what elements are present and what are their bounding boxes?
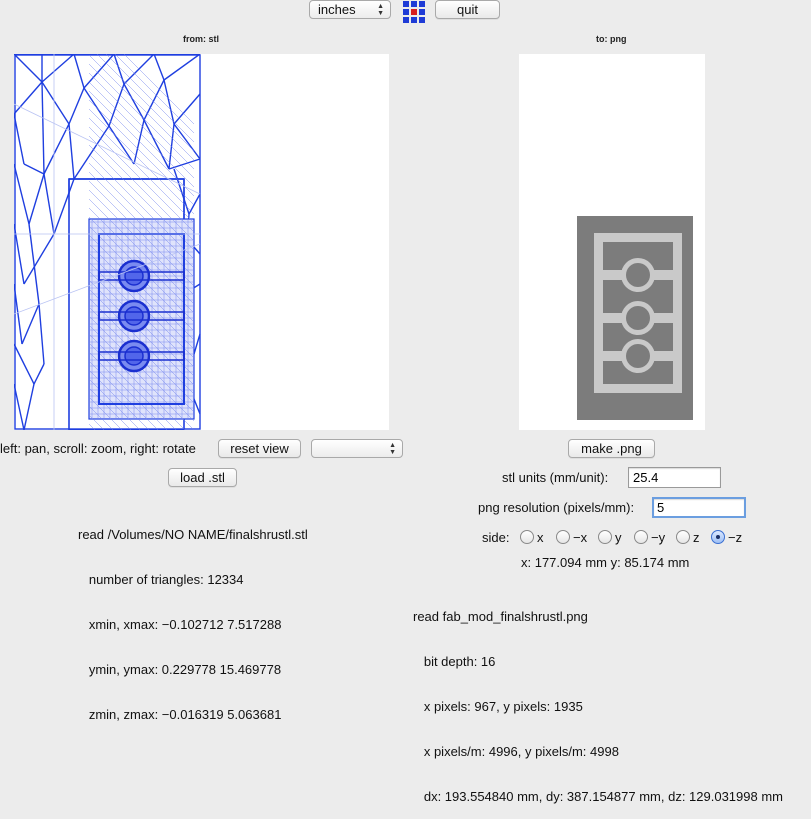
side-label: side: bbox=[482, 530, 510, 545]
mesh-edge bbox=[41, 81, 45, 175]
mesh-edge bbox=[173, 168, 190, 215]
from-heading: from: stl bbox=[183, 34, 219, 44]
side-radio-neg-z[interactable] bbox=[711, 530, 725, 544]
mesh-edge bbox=[43, 173, 55, 235]
png-preview-image bbox=[577, 216, 693, 420]
mesh-edge bbox=[28, 173, 45, 225]
mesh-edge bbox=[13, 163, 30, 225]
info-line: x pixels: 967, y pixels: 1935 bbox=[413, 699, 583, 714]
chevron-updown-icon: ▲ ▼ bbox=[389, 442, 396, 456]
side-radio-label: y bbox=[615, 530, 622, 545]
mesh-edge bbox=[73, 53, 85, 89]
info-line: read /Volumes/NO NAME/finalshrustl.stl bbox=[78, 527, 308, 542]
info-line: ymin, ymax: 0.229778 15.469778 bbox=[78, 662, 282, 677]
mesh-edge bbox=[43, 123, 70, 175]
mesh-edge bbox=[68, 87, 85, 125]
cursor-coords: x: 177.094 mm y: 85.174 mm bbox=[521, 555, 690, 570]
mesh-edge bbox=[168, 158, 201, 170]
info-line: zmin, zmax: −0.016319 5.063681 bbox=[78, 707, 282, 722]
side-radio-label: z bbox=[693, 530, 700, 545]
mesh-edge bbox=[108, 125, 135, 165]
mesh-edge bbox=[53, 178, 75, 235]
stl-info: read /Volumes/NO NAME/finalshrustl.stl n… bbox=[78, 497, 308, 737]
info-line: xmin, xmax: −0.102712 7.517288 bbox=[78, 617, 282, 632]
mesh-edge bbox=[38, 303, 45, 365]
mesh-edge bbox=[73, 125, 110, 180]
mesh-edge bbox=[163, 53, 201, 81]
png-resolution-label: png resolution (pixels/mm): bbox=[478, 500, 635, 515]
mesh-edge bbox=[108, 83, 125, 127]
chevron-updown-icon: ▲ ▼ bbox=[377, 3, 384, 17]
stl-units-input[interactable] bbox=[628, 467, 721, 488]
to-heading: to: png bbox=[596, 34, 627, 44]
mesh-edge bbox=[33, 363, 45, 385]
quit-button[interactable]: quit bbox=[435, 0, 500, 19]
reset-view-button[interactable]: reset view bbox=[218, 439, 301, 458]
info-line: x pixels/m: 4996, y pixels/m: 4998 bbox=[413, 744, 619, 759]
png-resolution-input[interactable] bbox=[652, 497, 746, 518]
side-radio-label: −z bbox=[728, 530, 743, 545]
mesh-edge bbox=[23, 383, 35, 431]
stl-units-label: stl units (mm/unit): bbox=[502, 470, 609, 485]
mouse-help-text: left: pan, scroll: zoom, right: rotate bbox=[0, 441, 196, 456]
stl-mesh-render bbox=[13, 18, 201, 539]
mesh-edge bbox=[41, 53, 75, 83]
load-stl-button[interactable]: load .stl bbox=[168, 468, 237, 487]
side-radio-label: x bbox=[537, 530, 544, 545]
mesh-edge bbox=[13, 81, 43, 115]
mesh-edge bbox=[193, 333, 201, 355]
info-line: dx: 193.554840 mm, dy: 387.154877 mm, dz… bbox=[413, 789, 783, 804]
view-select[interactable]: ▲ ▼ bbox=[311, 439, 403, 458]
info-line: read fab_mod_finalshrustl.png bbox=[413, 609, 588, 624]
mesh-edge bbox=[23, 233, 55, 285]
mesh-edge bbox=[143, 119, 170, 170]
stl-viewer[interactable] bbox=[13, 18, 389, 539]
side-radio-neg-y[interactable] bbox=[634, 530, 648, 544]
app-logo-icon bbox=[403, 1, 425, 23]
side-radio-y[interactable] bbox=[598, 530, 612, 544]
side-radio-neg-x[interactable] bbox=[556, 530, 570, 544]
side-radio-z[interactable] bbox=[676, 530, 690, 544]
side-radio-label: −y bbox=[651, 530, 666, 545]
mesh-edge bbox=[23, 163, 45, 175]
mesh-edge bbox=[41, 81, 70, 125]
png-info: read fab_mod_finalshrustl.png bit depth:… bbox=[413, 579, 783, 819]
make-png-button[interactable]: make .png bbox=[568, 439, 655, 458]
mesh-edge bbox=[13, 343, 35, 385]
mesh-edge bbox=[173, 123, 201, 160]
mesh-edge bbox=[153, 53, 165, 81]
units-select-value: inches bbox=[318, 2, 356, 17]
info-line: number of triangles: 12334 bbox=[78, 572, 244, 587]
mesh-edge bbox=[28, 223, 40, 305]
units-select[interactable]: inches ▲ ▼ bbox=[309, 0, 391, 19]
side-radio-label: −x bbox=[573, 530, 588, 545]
mesh-edge bbox=[163, 79, 175, 125]
png-preview bbox=[519, 54, 705, 430]
mesh-edge bbox=[173, 93, 201, 125]
mesh-edge bbox=[13, 53, 43, 83]
side-radio-x[interactable] bbox=[520, 530, 534, 544]
info-line: bit depth: 16 bbox=[413, 654, 496, 669]
